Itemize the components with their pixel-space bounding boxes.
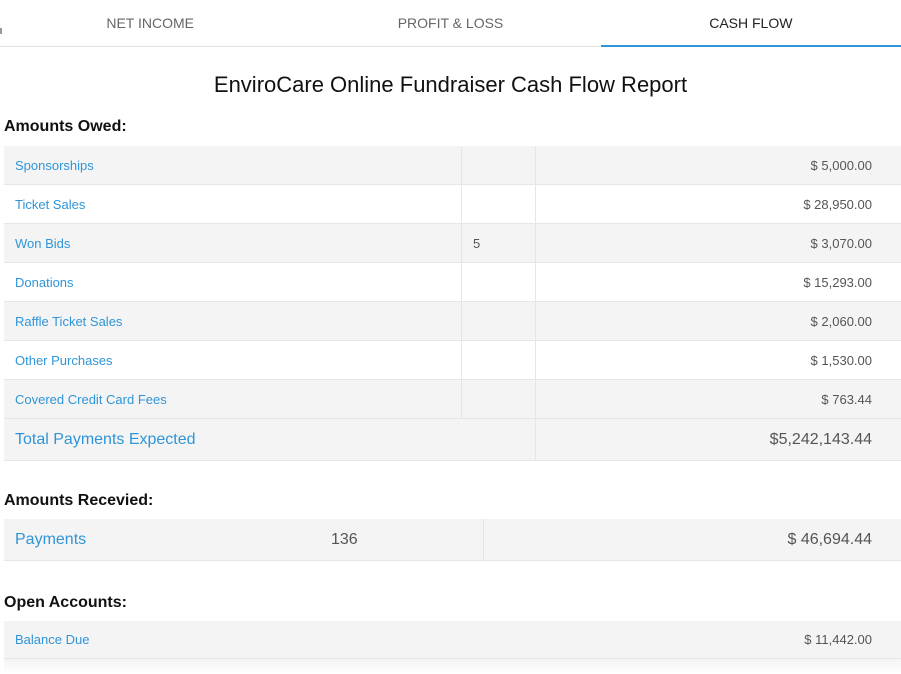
amounts-owed-table: Sponsorships $ 5,000.00 Ticket Sales $ 2… bbox=[4, 146, 901, 461]
row-amount: $ 2,060.00 bbox=[810, 313, 872, 329]
row-count bbox=[462, 185, 536, 223]
tab-cash-flow[interactable]: CASH FLOW bbox=[600, 0, 901, 47]
amounts-received-table: Payments 136 $ 46,694.44 bbox=[4, 519, 901, 561]
table-row: Balance Due $ 11,442.00 bbox=[4, 621, 901, 659]
row-amount: $ 28,950.00 bbox=[803, 196, 872, 212]
table-row: Payments 136 $ 46,694.44 bbox=[4, 519, 901, 561]
table-row: Covered Credit Card Fees $ 763.44 bbox=[4, 380, 901, 419]
row-label-other-purchases[interactable]: Other Purchases bbox=[4, 341, 462, 379]
total-payments-expected-label[interactable]: Total Payments Expected bbox=[4, 419, 462, 460]
row-label-donations[interactable]: Donations bbox=[4, 263, 462, 301]
payments-label[interactable]: Payments bbox=[4, 519, 320, 560]
balance-due-amount: $ 11,442.00 bbox=[804, 632, 872, 647]
row-count bbox=[462, 263, 536, 301]
report-title: EnviroCare Online Fundraiser Cash Flow R… bbox=[213, 72, 688, 97]
row-amount: $ 3,070.00 bbox=[810, 235, 872, 251]
payments-count: 136 bbox=[320, 519, 484, 560]
amounts-owed-heading: Amounts Owed: bbox=[4, 118, 127, 135]
open-accounts-table: Balance Due $ 11,442.00 bbox=[4, 621, 901, 659]
table-row: Sponsorships $ 5,000.00 bbox=[4, 146, 901, 185]
balance-due-label[interactable]: Balance Due bbox=[4, 621, 462, 658]
total-count bbox=[462, 419, 536, 460]
row-label-sponsorships[interactable]: Sponsorships bbox=[4, 146, 462, 184]
report-tabs: NET INCOME PROFIT & LOSS CASH FLOW bbox=[0, 0, 901, 47]
row-label-covered-credit-card-fees[interactable]: Covered Credit Card Fees bbox=[4, 380, 462, 418]
row-count: 5 bbox=[462, 224, 536, 262]
bottom-fade bbox=[4, 659, 901, 674]
tab-net-income[interactable]: NET INCOME bbox=[0, 0, 300, 46]
table-row: Donations $ 15,293.00 bbox=[4, 263, 901, 302]
row-amount: $ 763.44 bbox=[821, 391, 872, 407]
table-row: Other Purchases $ 1,530.00 bbox=[4, 341, 901, 380]
row-amount: $ 5,000.00 bbox=[810, 157, 872, 173]
tab-profit-loss[interactable]: PROFIT & LOSS bbox=[300, 0, 600, 46]
total-row: Total Payments Expected $5,242,143.44 bbox=[4, 419, 901, 461]
row-amount: $ 15,293.00 bbox=[803, 274, 872, 290]
open-accounts-heading: Open Accounts: bbox=[4, 594, 127, 611]
total-payments-expected-amount: $5,242,143.44 bbox=[769, 430, 872, 448]
row-label-raffle-ticket-sales[interactable]: Raffle Ticket Sales bbox=[4, 302, 462, 340]
row-amount: $ 1,530.00 bbox=[810, 352, 872, 368]
row-count bbox=[462, 380, 536, 418]
payments-amount: $ 46,694.44 bbox=[787, 530, 872, 548]
row-count bbox=[462, 302, 536, 340]
row-label-ticket-sales[interactable]: Ticket Sales bbox=[4, 185, 462, 223]
row-count bbox=[462, 341, 536, 379]
amounts-received-heading: Amounts Recevied: bbox=[4, 492, 154, 509]
table-row: Ticket Sales $ 28,950.00 bbox=[4, 185, 901, 224]
balance-due-count bbox=[462, 621, 536, 658]
table-row: Raffle Ticket Sales $ 2,060.00 bbox=[4, 302, 901, 341]
table-row: Won Bids 5 $ 3,070.00 bbox=[4, 224, 901, 263]
row-label-won-bids[interactable]: Won Bids bbox=[4, 224, 462, 262]
row-count bbox=[462, 146, 536, 184]
